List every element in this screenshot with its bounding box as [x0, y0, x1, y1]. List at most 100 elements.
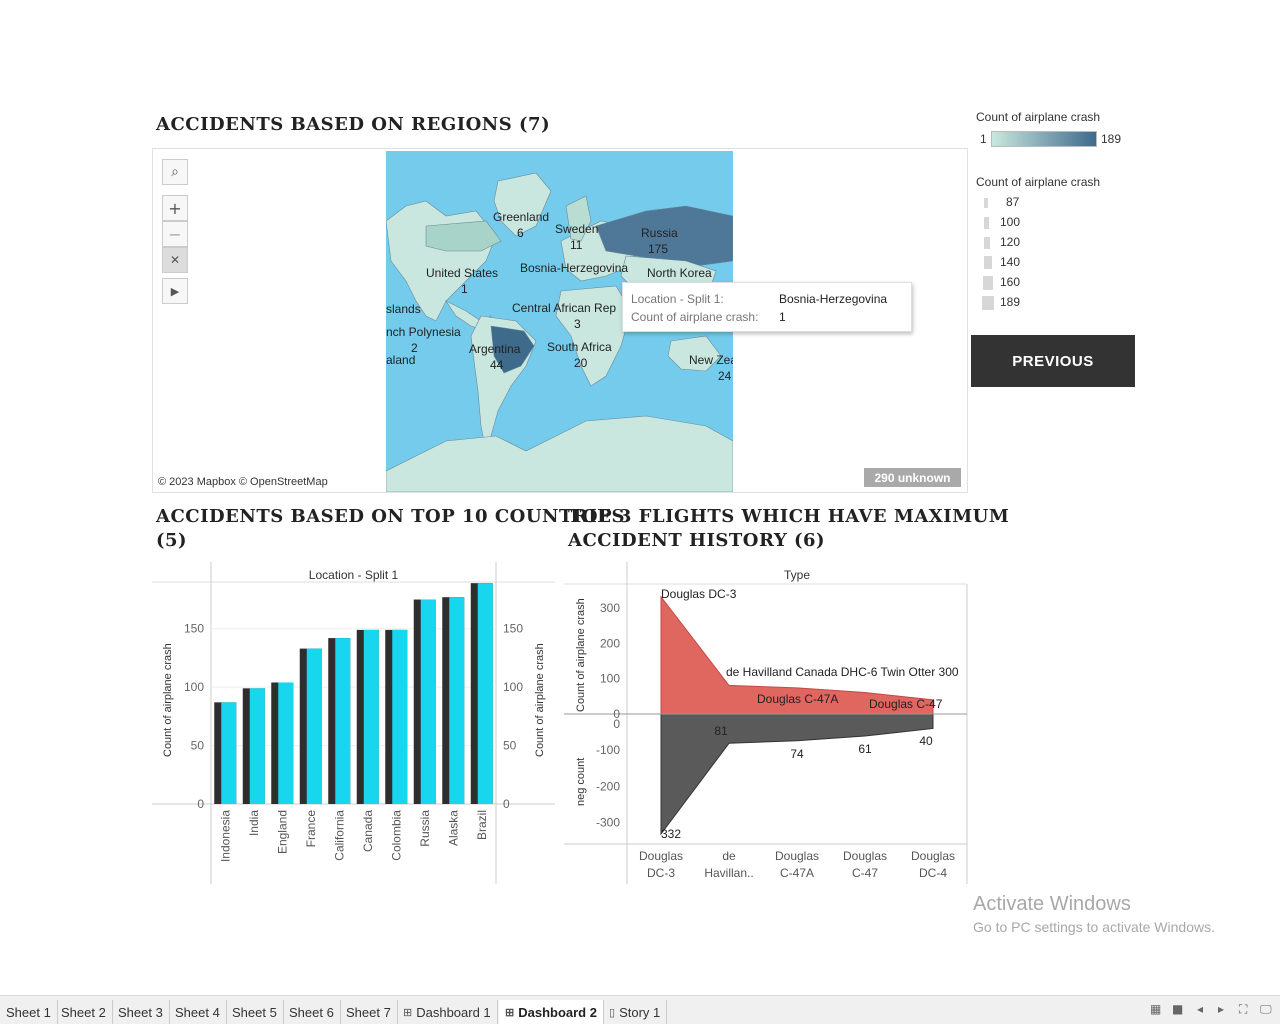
color-legend-gradient[interactable] — [991, 131, 1097, 147]
size-legend-item[interactable]: 160 — [982, 275, 1042, 291]
x-category-label: California — [332, 810, 346, 861]
tab-dashboard-1[interactable]: ⊞ Dashboard 1 — [397, 1000, 498, 1024]
map-value-central-african-rep: 3 — [574, 317, 581, 331]
tab-sheet-6[interactable]: Sheet 6 — [283, 1000, 341, 1024]
x-category-label: Indonesia — [218, 810, 232, 862]
size-legend-label: 120 — [1000, 235, 1021, 249]
x-category-label: DC-3 — [647, 866, 675, 880]
map-label-french-polynesia: nch Polynesia — [386, 325, 461, 339]
y-tick-label-top: 300 — [600, 601, 620, 615]
tab-dashboard-2[interactable]: ⊞ Dashboard 2 — [499, 1000, 604, 1024]
size-legend-label: 87 — [1006, 195, 1020, 209]
tab-label: Sheet 7 — [346, 1004, 391, 1020]
size-legend-item[interactable]: 87 — [982, 195, 1042, 211]
y-tick-label-left: 50 — [191, 739, 205, 753]
size-legend-item[interactable]: 189 — [982, 295, 1042, 311]
tab-sheet-2[interactable]: Sheet 2 — [55, 1000, 113, 1024]
bar-cyan — [249, 688, 265, 804]
x-category-label: India — [247, 810, 261, 836]
size-swatch — [984, 217, 989, 229]
x-category-label: Canada — [361, 810, 375, 852]
grid-icon: ⊞ — [403, 1006, 413, 1019]
bar-cyan — [392, 629, 408, 804]
x-category-label: Douglas — [775, 849, 819, 863]
x-category-label: France — [304, 810, 318, 848]
pin-icon: ✕ — [169, 253, 181, 267]
zoom-out-button[interactable]: − — [162, 221, 188, 247]
tooltip-key-count: Count of airplane crash: — [631, 310, 759, 324]
previous-button[interactable]: PREVIOUS — [971, 335, 1135, 387]
map-title: Accidents based on Regions (7) — [156, 114, 551, 135]
x-category-label: C-47A — [780, 866, 814, 880]
antarctica-shape — [386, 415, 733, 492]
y-tick-label-right: 0 — [503, 797, 510, 811]
map-label-central-african-rep: Central African Rep — [512, 301, 617, 315]
tab-label: Sheet 1 — [6, 1004, 51, 1020]
area-chart-header: Type — [784, 568, 810, 582]
map-attribution[interactable]: © 2023 Mapbox © OpenStreetMap — [158, 476, 328, 488]
tab-label: Sheet 4 — [175, 1004, 220, 1020]
plus-icon: + — [168, 198, 182, 218]
area-top-label: Douglas DC-3 — [661, 587, 737, 601]
tab-story-1[interactable]: ▯ Story 1 — [603, 1000, 668, 1024]
filmstrip-icon[interactable]: ▦ — [1150, 1002, 1161, 1016]
area-chart[interactable]: Type01002003000-100-200-300Count of airp… — [562, 562, 972, 886]
x-category-label: Colombia — [389, 810, 403, 861]
x-category-label: Douglas — [911, 849, 955, 863]
next-sheet-icon[interactable]: ▸ — [1218, 1002, 1224, 1016]
minus-icon: − — [168, 224, 182, 244]
prev-sheet-icon[interactable]: ◂ — [1197, 1002, 1203, 1016]
area-bottom-label: 40 — [919, 734, 933, 748]
map-value-argentina: 44 — [490, 358, 504, 372]
grid-icon: ⊞ — [505, 1006, 515, 1019]
y-tick-label-top: 200 — [600, 636, 620, 650]
x-category-label: C-47 — [852, 866, 878, 880]
map-value-sweden: 11 — [570, 238, 583, 252]
tab-sheet-3[interactable]: Sheet 3 — [112, 1000, 170, 1024]
map-value-new-zealand: 24 — [718, 369, 732, 383]
size-legend-label: 100 — [1000, 215, 1021, 229]
bar-chart[interactable]: Location - Split 1 0 0 50 50 100 100 150 150 Coun… — [150, 562, 560, 886]
x-category-label: Brazil — [475, 810, 489, 840]
tab-sheet-5[interactable]: Sheet 5 — [226, 1000, 284, 1024]
tab-sheet-4[interactable]: Sheet 4 — [169, 1000, 227, 1024]
presentation-icon[interactable]: 🖵 — [1260, 1002, 1272, 1017]
size-swatch — [984, 198, 988, 208]
map-label-north-korea: North Korea — [647, 266, 712, 280]
map-label-greenland: Greenland — [493, 210, 550, 224]
tab-label: Sheet 3 — [118, 1004, 163, 1020]
bar-cyan — [477, 583, 493, 804]
size-legend-item[interactable]: 120 — [982, 235, 1042, 251]
y-tick-label-bottom: -200 — [596, 779, 620, 793]
size-legend-item[interactable]: 100 — [982, 215, 1042, 231]
x-category-label: Alaska — [446, 810, 460, 846]
canada-shape — [425, 220, 502, 252]
y-tick-label-right: 100 — [503, 680, 523, 694]
tab-sheet-1[interactable]: Sheet 1 — [0, 1000, 58, 1024]
tab-label: Dashboard 1 — [416, 1004, 491, 1020]
x-category-label: DC-4 — [919, 866, 947, 880]
size-swatch — [984, 256, 992, 269]
map-value-united-states: 1 — [461, 282, 468, 296]
activate-windows-title: Activate Windows — [973, 893, 1131, 915]
single-sheet-icon[interactable]: ■ — [1172, 1002, 1183, 1016]
bar-cyan — [306, 648, 322, 804]
bar-chart-title-line1: Accidents based on Top 10 countries — [156, 506, 625, 527]
map-label-argentina: Argentina — [469, 342, 521, 356]
map-tooltip: Location - Split 1: Bosnia-Herzegovina C… — [622, 282, 912, 332]
y-tick-label-right: 50 — [503, 739, 517, 753]
map-toolbar-expand-button[interactable]: ▶ — [162, 278, 188, 304]
area-chart-title-line2: accident history (6) — [568, 530, 826, 551]
pin-map-button[interactable]: ✕ — [162, 247, 188, 273]
x-category-label: Havillan.. — [704, 866, 753, 880]
unknown-badge[interactable]: 290 unknown — [864, 468, 961, 487]
y-axis-title-top: Count of airplane crash — [575, 598, 587, 712]
story-icon: ▯ — [609, 1006, 616, 1019]
map-search-button[interactable]: ⌕ — [162, 159, 188, 185]
fullscreen-icon[interactable]: ⛶ — [1239, 1002, 1247, 1017]
y-tick-label-bottom: -300 — [596, 815, 620, 829]
tab-sheet-7[interactable]: Sheet 7 — [340, 1000, 398, 1024]
size-legend-item[interactable]: 140 — [982, 255, 1042, 271]
play-icon: ▶ — [170, 284, 180, 298]
zoom-in-button[interactable]: + — [162, 195, 188, 221]
